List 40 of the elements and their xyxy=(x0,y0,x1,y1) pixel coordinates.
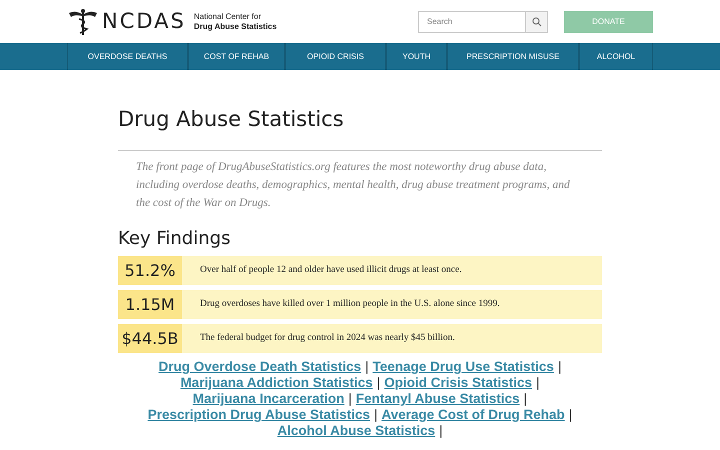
nav-link[interactable]: COST OF REHAB xyxy=(188,43,285,70)
link-separator: | xyxy=(439,423,443,439)
stat-link[interactable]: Drug Overdose Death Statistics xyxy=(158,359,362,375)
intro-text: The front page of DrugAbuseStatistics.org features the most noteworthy drug abuse data, including overdose deaths, demographics, mental health, drug abuse treatment programs, and the cost of the War on Drugs. xyxy=(135,160,571,211)
link-separator: | xyxy=(374,407,378,423)
stat-link[interactable]: Alcohol Abuse Statistics xyxy=(277,423,436,439)
caduceus-logo-icon xyxy=(67,8,99,36)
link-separator: | xyxy=(558,359,562,375)
stat-link[interactable]: Marijuana Addiction Statistics xyxy=(180,375,373,391)
finding-text: The federal budget for drug control in 2024 was nearly $45 billion. xyxy=(200,332,455,346)
finding-figure: 51.2% xyxy=(118,256,182,285)
stat-link[interactable]: Teenage Drug Use Statistics xyxy=(372,359,554,375)
search-icon xyxy=(532,16,542,26)
nav-link[interactable]: PRESCRIPTION MISUSE xyxy=(447,43,579,70)
nav-link[interactable]: OVERDOSE DEATHS xyxy=(67,43,188,70)
link-separator: | xyxy=(568,407,572,423)
nav-link[interactable]: OPIOID CRISIS xyxy=(285,43,386,70)
stat-link[interactable]: Marijuana Incarceration xyxy=(192,391,344,407)
stat-link[interactable]: Average Cost of Drug Rehab xyxy=(382,407,565,423)
link-separator: | xyxy=(348,391,352,407)
nav-link[interactable]: ALCOHOL xyxy=(579,43,653,70)
page-title: Drug Abuse Statistics xyxy=(118,106,345,132)
link-separator: | xyxy=(376,375,380,391)
section-heading: Key Findings xyxy=(118,227,232,251)
link-separator: | xyxy=(365,359,369,375)
finding-figure: $44.5B xyxy=(118,324,182,353)
finding-figure: 1.15M xyxy=(118,290,182,319)
finding-text: Drug overdoses have killed over 1 million people in the U.S. alone since 1999. xyxy=(200,298,500,312)
search-field[interactable]: Search xyxy=(418,10,526,32)
stat-link[interactable]: Fentanyl Abuse Statistics xyxy=(356,391,520,407)
logo-text: NCDAS xyxy=(102,8,186,35)
stat-link[interactable]: Opioid Crisis Statistics xyxy=(384,375,532,391)
finding-text: Over half of people 12 and older have used illicit drugs at least once. xyxy=(200,264,462,278)
org-name: National Center for xyxy=(194,12,262,22)
nav-link[interactable]: YOUTH xyxy=(386,43,447,70)
search-button[interactable] xyxy=(526,10,548,32)
org-name: Drug Abuse Statistics xyxy=(194,22,277,32)
link-separator: | xyxy=(536,375,540,391)
link-separator: | xyxy=(524,391,528,407)
stat-link[interactable]: Prescription Drug Abuse Statistics xyxy=(148,407,370,423)
